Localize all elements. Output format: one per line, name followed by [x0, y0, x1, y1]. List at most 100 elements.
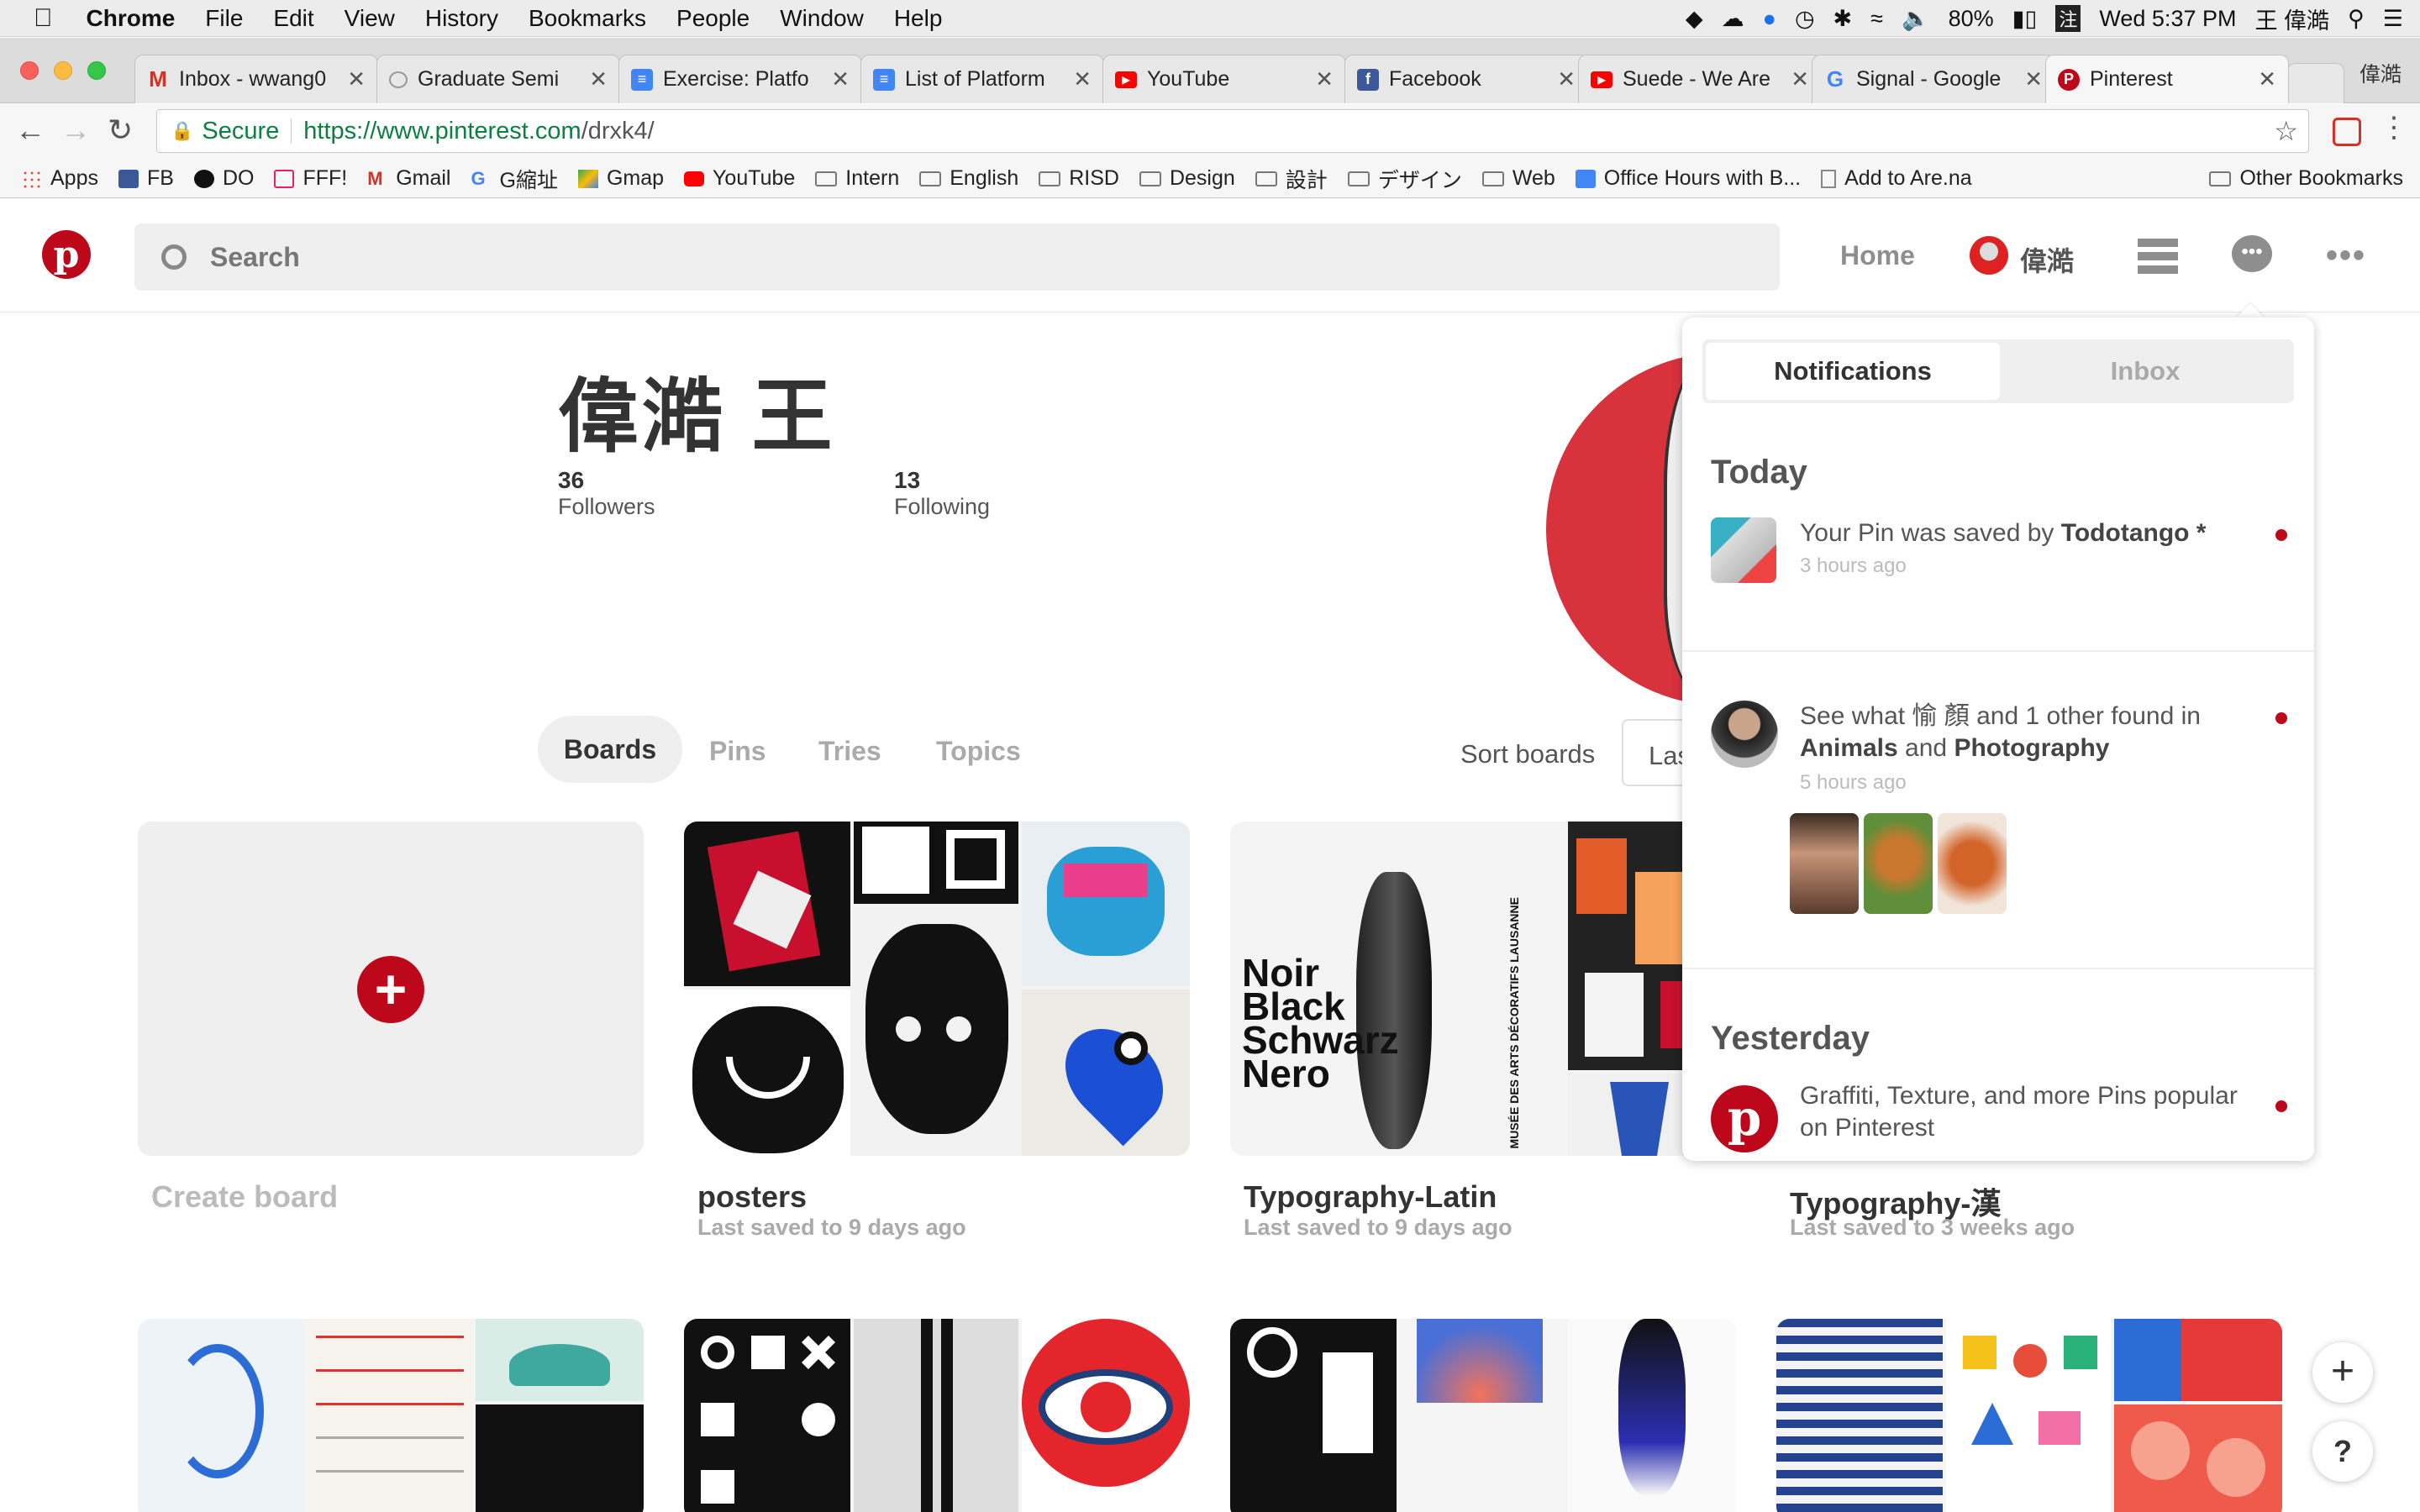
board-card-posters[interactable] [684, 822, 1190, 1156]
notification-item[interactable]: Your Pin was saved by Todotango * 3 hour… [1682, 517, 2314, 635]
bookmark-gmap[interactable]: Gmap [577, 166, 664, 191]
notification-item[interactable]: See what 愉 顏 and 1 other found in Animal… [1682, 701, 2314, 914]
board-card[interactable] [684, 1319, 1190, 1512]
menubar-user[interactable]: 王 偉澔 [2254, 3, 2329, 35]
followers-stat[interactable]: 36 Followers [558, 467, 655, 520]
menubar-clock[interactable]: Wed 5:37 PM [2099, 6, 2236, 32]
close-tab-icon[interactable]: ✕ [1073, 66, 1092, 92]
bookmark-folder-sheji[interactable]: 設計 [1255, 164, 1328, 194]
input-method-icon[interactable]: 注 [2055, 5, 2081, 32]
chrome-menu-icon[interactable]: ⋮ [2380, 111, 2408, 144]
bookmark-are-na[interactable]: Add to Are.na [1821, 166, 1972, 191]
pin-thumbnail[interactable] [1790, 813, 1859, 914]
notification-user[interactable]: Todotango * [2061, 519, 2207, 547]
menu-edit[interactable]: Edit [273, 5, 313, 32]
bluetooth-icon[interactable]: ✱ [1833, 6, 1853, 32]
bookmark-youtube[interactable]: YouTube [684, 166, 795, 191]
tab-youtube[interactable]: ▶ YouTube ✕ [1102, 55, 1346, 103]
tab-pins[interactable]: Pins [709, 736, 766, 767]
close-tab-icon[interactable]: ✕ [2024, 66, 2043, 92]
creative-cloud-icon[interactable]: ☁ [1722, 6, 1744, 32]
bookmark-folder-intern[interactable]: Intern [815, 166, 899, 191]
bookmark-folder-english[interactable]: English [919, 166, 1018, 191]
close-tab-icon[interactable]: ✕ [347, 66, 366, 92]
notification-item[interactable]: p Graffiti, Texture, and more Pins popul… [1682, 1080, 2314, 1161]
tab-list-of-platform[interactable]: ≡ List of Platform ✕ [860, 55, 1104, 103]
notification-board-link[interactable]: Photography [1954, 734, 2109, 762]
tab-inbox[interactable]: Inbox [2000, 343, 2291, 400]
omnibox[interactable]: 🔒 Secure https://www.pinterest.com /drxk… [156, 109, 2309, 153]
tab-topics[interactable]: Topics [936, 736, 1021, 767]
tab-signal-google[interactable]: G Signal - Google ✕ [1812, 55, 2055, 103]
board-card-typography-latin[interactable]: Noir Black Schwarz Nero MUSÉE DES ARTS D… [1230, 822, 1736, 1156]
tab-tries[interactable]: Tries [818, 736, 881, 767]
bookmark-office-hours[interactable]: Office Hours with B... [1575, 166, 1801, 191]
time-machine-icon[interactable]: ◷ [1795, 6, 1815, 32]
bookmark-fb[interactable]: FB [118, 166, 174, 191]
menu-window[interactable]: Window [780, 5, 864, 32]
pin-thumbnail[interactable] [1938, 813, 2007, 914]
pinterest-logo-icon[interactable]: p [42, 230, 91, 279]
menu-icon[interactable] [2138, 239, 2178, 274]
zoom-window-button[interactable] [87, 61, 106, 80]
board-title-posters[interactable]: posters [697, 1179, 807, 1215]
apple-icon[interactable]:  [34, 4, 53, 33]
bookmark-folder-design[interactable]: Design [1139, 166, 1235, 191]
menu-file[interactable]: File [205, 5, 243, 32]
window-profile-name[interactable]: 偉澔 [2360, 58, 2402, 88]
add-pin-button[interactable]: + [2312, 1342, 2373, 1403]
close-tab-icon[interactable]: ✕ [1315, 66, 1334, 92]
more-options-icon[interactable]: ••• [2326, 237, 2366, 275]
extension-icon[interactable] [2333, 118, 2361, 146]
back-icon[interactable]: ← [15, 113, 45, 148]
notification-board-link[interactable]: Animals [1800, 734, 1898, 762]
menu-app-name[interactable]: Chrome [87, 5, 176, 32]
close-tab-icon[interactable]: ✕ [2258, 66, 2276, 92]
board-card[interactable] [1776, 1319, 2282, 1512]
home-link[interactable]: Home [1840, 240, 1915, 271]
search-input[interactable]: Search [134, 223, 1780, 291]
bookmark-star-icon[interactable]: ☆ [2274, 115, 2298, 147]
bookmark-folder-risd[interactable]: RISD [1039, 166, 1119, 191]
help-button[interactable]: ? [2312, 1421, 2373, 1482]
board-card[interactable] [138, 1319, 644, 1512]
bookmark-gshort[interactable]: G G縮址 [471, 164, 558, 194]
forward-icon[interactable]: → [60, 113, 91, 148]
close-tab-icon[interactable]: ✕ [589, 66, 608, 92]
pin-thumbnail[interactable] [1864, 813, 1933, 914]
profile-link[interactable]: 偉澔 [2020, 240, 2074, 279]
bookmark-other[interactable]: Other Bookmarks [2209, 166, 2403, 191]
tab-notifications[interactable]: Notifications [1706, 343, 2000, 400]
tab-exercise-platform[interactable]: ≡ Exercise: Platfo ✕ [618, 55, 862, 103]
tab-graduate-seminar[interactable]: Graduate Semi ✕ [376, 55, 620, 103]
close-tab-icon[interactable]: ✕ [831, 66, 850, 92]
spotlight-icon[interactable]: ⚲ [2348, 6, 2365, 32]
tab-boards[interactable]: Boards [538, 716, 682, 783]
tab-pinterest[interactable]: P Pinterest ✕ [2045, 55, 2289, 103]
board-title-typography-latin[interactable]: Typography-Latin [1244, 1179, 1497, 1215]
menu-people[interactable]: People [676, 5, 750, 32]
close-window-button[interactable] [20, 61, 39, 80]
tab-facebook[interactable]: f Facebook ✕ [1344, 55, 1588, 103]
close-tab-icon[interactable]: ✕ [1791, 66, 1809, 92]
menu-view[interactable]: View [345, 5, 395, 32]
tab-inbox[interactable]: M Inbox - wwang0 ✕ [134, 55, 378, 103]
create-board-label[interactable]: Create board [151, 1179, 338, 1215]
bookmark-do[interactable]: DO [193, 166, 254, 191]
bookmark-apps[interactable]: Apps [22, 166, 98, 191]
minimize-window-button[interactable] [54, 61, 72, 80]
bookmark-gmail[interactable]: M Gmail [367, 166, 450, 191]
volume-icon[interactable]: 🔈 [1902, 5, 1930, 32]
create-board-card[interactable]: + [138, 822, 644, 1156]
menu-bookmarks[interactable]: Bookmarks [529, 5, 646, 32]
messages-icon[interactable]: ••• [2232, 235, 2272, 272]
menu-history[interactable]: History [425, 5, 498, 32]
close-tab-icon[interactable]: ✕ [1557, 66, 1576, 92]
bookmark-folder-web[interactable]: Web [1481, 166, 1555, 191]
notification-center-icon[interactable]: ☰ [2383, 6, 2403, 32]
bookmark-fff[interactable]: FFF! [274, 166, 347, 191]
wifi-icon[interactable]: ≈ [1870, 6, 1883, 32]
tab-suede[interactable]: ▶ Suede - We Are ✕ [1578, 55, 1822, 103]
sync-icon[interactable]: ● [1763, 6, 1776, 32]
board-card[interactable] [1230, 1319, 1736, 1512]
